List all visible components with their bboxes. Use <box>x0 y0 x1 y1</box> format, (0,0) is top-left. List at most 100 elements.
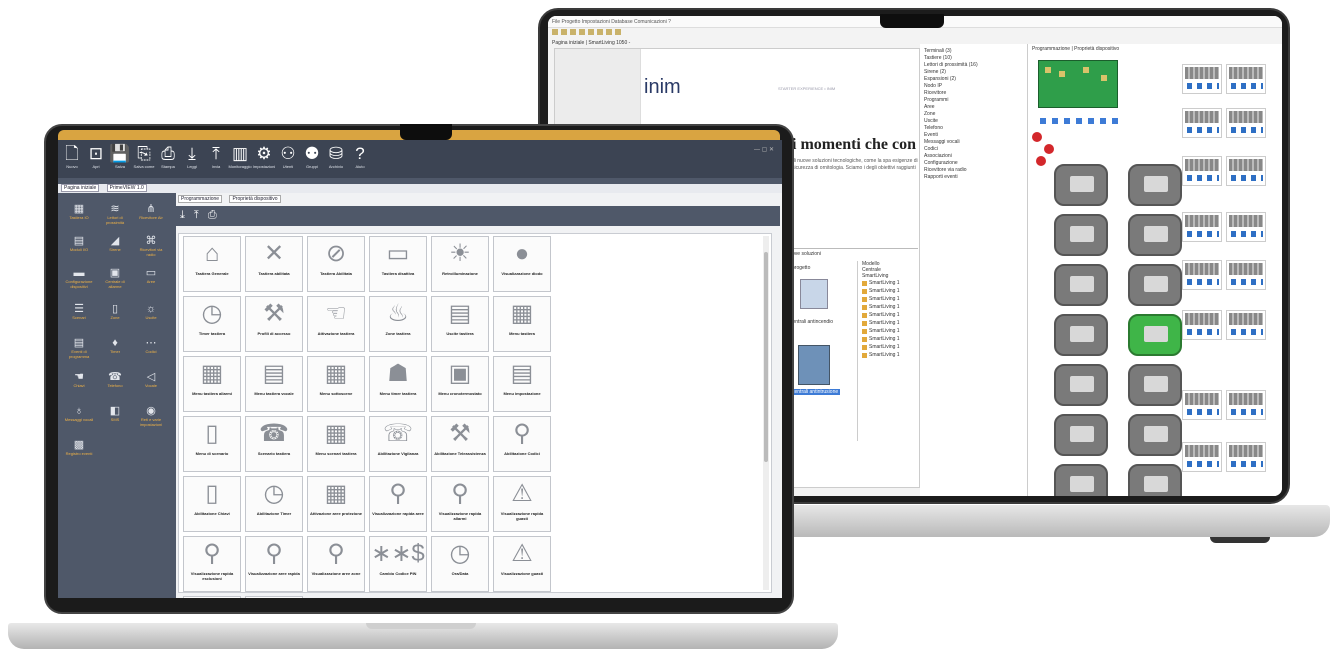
sidebar-item-drop[interactable]: ♦ Timer <box>100 337 130 355</box>
keypad-module-icon[interactable] <box>1054 264 1108 306</box>
sidebar-item-dots[interactable]: ⋯ Codici <box>136 337 166 355</box>
connector-icon[interactable] <box>1050 116 1060 126</box>
keypad-module-icon[interactable] <box>1054 164 1108 206</box>
toolbar-button-aiuto[interactable]: ? Aiuto <box>350 144 370 174</box>
connector-icon[interactable] <box>1038 116 1048 126</box>
sidebar-item-phone[interactable]: ☎ Telefono <box>100 371 130 389</box>
list-item[interactable]: SmartLiving 1 <box>862 327 918 335</box>
option-tile[interactable]: ▤ Menu tastiera vocale <box>245 356 303 412</box>
toolbar-button-salva[interactable]: 💾 Salva <box>109 144 130 174</box>
toolbar-button-salva-come[interactable]: ⎘ Salva come <box>134 144 155 174</box>
tree-node[interactable]: Configurazione <box>924 160 1023 167</box>
option-tile[interactable]: ☏ Abilitazione Vigilanza <box>369 416 427 472</box>
option-tile[interactable]: ▯ Abilitazione Chiavi <box>183 476 241 532</box>
connector-icon[interactable] <box>1098 116 1108 126</box>
option-tile[interactable]: ▣ Menu cronotermostato <box>431 356 489 412</box>
option-tile[interactable]: ♨ Zone tastiera <box>369 296 427 352</box>
tree-node[interactable]: Uscite <box>924 118 1023 125</box>
toolbar-button-invia[interactable]: ⤒ Invia <box>206 144 226 174</box>
keypad-module-icon[interactable] <box>1128 364 1182 406</box>
sidebar-item-keypad[interactable]: ▦ Tastiera IO <box>64 203 94 221</box>
tree-node[interactable]: Rapporti eventi <box>924 174 1023 181</box>
expansion-module-icon[interactable] <box>1226 442 1266 472</box>
connector-icon[interactable] <box>1062 116 1072 126</box>
option-tile-partial[interactable] <box>245 596 303 598</box>
option-tile-partial[interactable] <box>183 596 241 598</box>
back-toolbar[interactable] <box>552 29 712 37</box>
option-tile[interactable]: ▦ Menu tastiera allarmi <box>183 356 241 412</box>
option-tile[interactable]: ⌂ Tastiera Generale <box>183 236 241 292</box>
expansion-module-icon[interactable] <box>1182 390 1222 420</box>
keypad-module-icon[interactable] <box>1128 314 1182 356</box>
tree-node[interactable]: Nodo IP <box>924 83 1023 90</box>
list-item[interactable]: SmartLiving 1 <box>862 311 918 319</box>
option-tile[interactable]: ☜ Attivazione tastiera <box>307 296 365 352</box>
tab-device-properties[interactable]: Proprietà dispositivo <box>229 195 281 203</box>
list-item[interactable]: SmartLiving 1 <box>862 303 918 311</box>
expansion-module-icon[interactable] <box>1226 310 1266 340</box>
keypad-module-icon[interactable] <box>1128 264 1182 306</box>
option-tile[interactable]: ◷ Timer tastiera <box>183 296 241 352</box>
keypad-module-icon[interactable] <box>1128 214 1182 256</box>
tree-node[interactable]: Associazioni <box>924 153 1023 160</box>
option-tile[interactable]: ⚲ Abilitazione Codici <box>493 416 551 472</box>
sidebar-item-grid[interactable]: ▩ Registro eventi <box>64 439 94 457</box>
option-tile[interactable]: ✕ Tastiera abilitata <box>245 236 303 292</box>
sidebar-item-speaker[interactable]: ◁ Vocale <box>136 371 166 389</box>
connector-icon[interactable] <box>1110 116 1120 126</box>
tree-node[interactable]: Messaggi vocali <box>924 139 1023 146</box>
option-tile[interactable]: ⚲ Visualizzazione aree rapida <box>245 536 303 592</box>
keypad-module-icon[interactable] <box>1128 164 1182 206</box>
fire-panel-caption[interactable]: centrali antincendio <box>790 319 833 325</box>
tree-node[interactable]: Ricevitore <box>924 90 1023 97</box>
option-tile[interactable]: ☎ Scenario tastiera <box>245 416 303 472</box>
expansion-module-icon[interactable] <box>1182 156 1222 186</box>
sidebar-item-module[interactable]: ▤ Moduli I/O <box>64 235 94 253</box>
sidebar-item-calendar[interactable]: ▤ Eventi di programma <box>64 337 94 359</box>
main-action-bar[interactable]: ⤓ ⤒ ⎙ <box>176 206 780 226</box>
tree-node[interactable]: Espansioni (2) <box>924 76 1023 83</box>
tree-node[interactable]: Codici <box>924 146 1023 153</box>
option-tile[interactable]: ∗∗$ Cambio Codice PIN <box>369 536 427 592</box>
toolbar-button-apri[interactable]: ⊡ Apri <box>86 144 106 174</box>
expansion-module-icon[interactable] <box>1226 64 1266 94</box>
device-tree[interactable]: Terminali (3) Tastiere (10) Lettori di pr… <box>920 44 1028 496</box>
list-item[interactable]: SmartLiving 1 <box>862 351 918 359</box>
tree-node[interactable]: Aree <box>924 104 1023 111</box>
option-tile[interactable]: ▤ Uscite tastiera <box>431 296 489 352</box>
expansion-module-icon[interactable] <box>1182 310 1222 340</box>
toolbar-button-monitoraggio[interactable]: ▥ Monitoraggio <box>228 144 251 174</box>
tree-node[interactable]: Sirene (2) <box>924 69 1023 76</box>
tab-programming[interactable]: Programmazione <box>178 195 223 203</box>
tree-node[interactable]: Tastiere (10) <box>924 55 1023 62</box>
connector-icon[interactable] <box>1074 116 1084 126</box>
expansion-module-icon[interactable] <box>1182 64 1222 94</box>
toolbar-button-utenti[interactable]: ⚇ Utenti <box>278 144 298 174</box>
keypad-module-icon[interactable] <box>1054 414 1108 456</box>
sidebar-item-smartlink[interactable]: ◧ SMS <box>100 405 130 423</box>
keypad-module-icon[interactable] <box>1054 214 1108 256</box>
option-tile[interactable]: ◷ Ora/Data <box>431 536 489 592</box>
option-tile[interactable]: ⚠ Visualizzazione rapida guasti <box>493 476 551 532</box>
expansion-module-icon[interactable] <box>1182 442 1222 472</box>
keypad-module-icon[interactable] <box>1128 464 1182 496</box>
toolbar-button-nuovo[interactable]: 🗋 Nuovo <box>62 144 82 174</box>
option-tile[interactable]: ▭ Tastiera disattiva <box>369 236 427 292</box>
keypad-module-icon[interactable] <box>1054 364 1108 406</box>
expansion-module-icon[interactable] <box>1226 108 1266 138</box>
tree-node[interactable]: Ricevitore via radio <box>924 167 1023 174</box>
toolbar-button-archivio[interactable]: ⛁ Archivio <box>326 144 346 174</box>
list-item[interactable]: SmartLiving 1 <box>862 279 918 287</box>
option-tile[interactable]: ⚠ Visualizzazione guasti <box>493 536 551 592</box>
tree-node[interactable]: Programmi <box>924 97 1023 104</box>
fire-panel-image[interactable] <box>800 279 828 309</box>
right-tabs[interactable]: Programmazione | Proprietà dispositivo <box>1032 46 1119 52</box>
connector-icon[interactable] <box>1086 116 1096 126</box>
vertical-scrollbar[interactable] <box>763 236 769 590</box>
tree-node[interactable]: Terminali (3) <box>924 48 1023 55</box>
option-tile[interactable]: ⚲ Visualizzazione aree zone <box>307 536 365 592</box>
sidebar-item-sliders[interactable]: ☰ Scenari <box>64 303 94 321</box>
list-item[interactable]: SmartLiving 1 <box>862 343 918 351</box>
option-tile[interactable]: ⚲ Visualizzazione rapida allarmi <box>431 476 489 532</box>
sidebar-item-display[interactable]: ▭ Aree <box>136 267 166 285</box>
